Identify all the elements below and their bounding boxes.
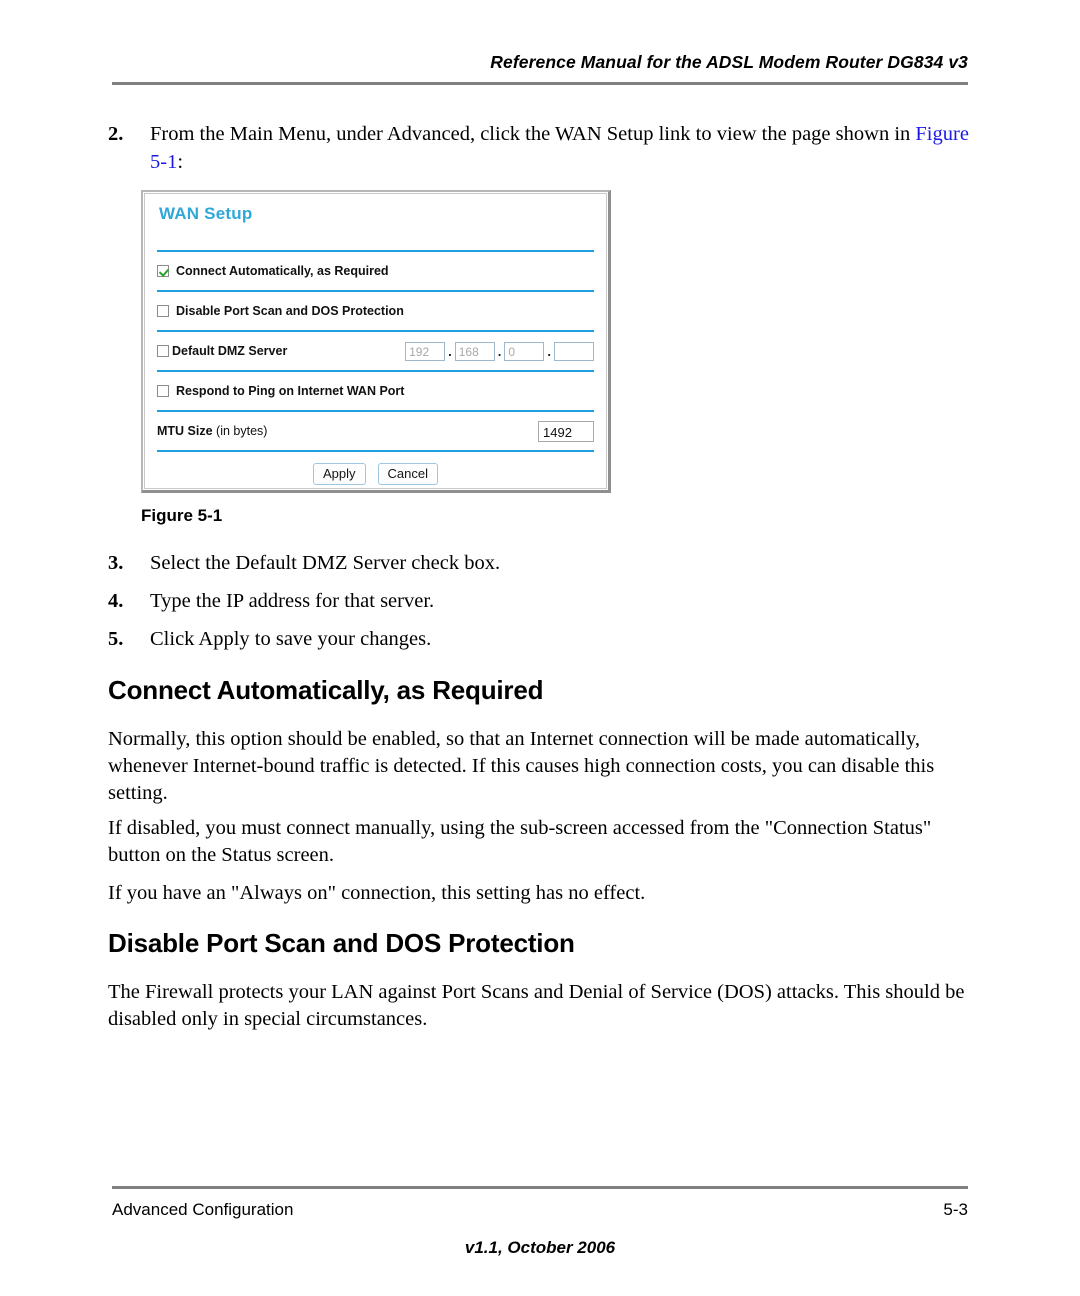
step-item-2: 2. From the Main Menu, under Advanced, c… [108, 120, 980, 176]
step-text: Type the IP address for that server. [150, 590, 435, 612]
section-paragraph: Normally, this option should be enabled,… [108, 728, 935, 804]
footer-page-number: 5-3 [943, 1200, 968, 1219]
wan-setup-panel-inner: WAN Setup Connect Automatically, as Requ… [144, 193, 607, 489]
step-text: Click Apply to save your changes. [150, 628, 432, 650]
step-text: Select the Default DMZ Server check box. [150, 552, 501, 574]
ip-separator-dot: . [497, 343, 502, 359]
step-number: 2. [108, 123, 124, 145]
step2-text-after: : [177, 151, 184, 173]
label-default-dmz-server: Default DMZ Server [172, 344, 288, 358]
step-item-5: 5. Click Apply to save your changes. [108, 625, 808, 653]
figure-caption: Figure 5-1 [141, 506, 223, 525]
figure-wan-setup: WAN Setup Connect Automatically, as Requ… [141, 190, 611, 493]
dmz-ip-octet-2[interactable]: 168 [454, 341, 495, 361]
footer-divider [112, 1186, 968, 1189]
label-disable-port-scan: Disable Port Scan and DOS Protection [176, 304, 404, 318]
dmz-ip-octet-3[interactable]: 0 [504, 341, 545, 361]
step-item-3: 3. Select the Default DMZ Server check b… [108, 549, 808, 577]
mtu-label-units: (in bytes) [216, 424, 268, 438]
header-divider [112, 82, 968, 85]
page-header: Reference Manual for the ADSL Modem Rout… [112, 52, 968, 85]
section-heading-disable-port-scan: Disable Port Scan and DOS Protection [108, 928, 575, 958]
step-number: 5. [108, 628, 124, 650]
row-disable-port-scan[interactable]: Disable Port Scan and DOS Protection [157, 292, 594, 330]
label-mtu-size: MTU Size (in bytes) [157, 424, 267, 438]
section-paragraph: If you have an "Always on" connection, t… [108, 882, 646, 904]
checkbox-connect-automatically[interactable] [157, 265, 169, 277]
running-title: Reference Manual for the ADSL Modem Rout… [490, 52, 968, 72]
section-heading-connect-automatically: Connect Automatically, as Required [108, 675, 544, 705]
cancel-button[interactable]: Cancel [377, 463, 438, 485]
checkbox-respond-to-ping[interactable] [157, 385, 169, 397]
dmz-ip-octet-4[interactable] [554, 341, 594, 361]
document-page: Reference Manual for the ADSL Modem Rout… [0, 0, 1080, 1296]
apply-button[interactable]: Apply [313, 463, 366, 485]
footer-chapter-label: Advanced Configuration [112, 1200, 294, 1219]
section-paragraph: If disabled, you must connect manually, … [108, 817, 932, 866]
label-respond-to-ping: Respond to Ping on Internet WAN Port [176, 384, 405, 398]
label-connect-automatically: Connect Automatically, as Required [176, 264, 389, 278]
footer-version-label: v1.1, October 2006 [464, 1238, 616, 1257]
row-mtu-size[interactable]: MTU Size (in bytes) 1492 [157, 412, 594, 450]
dmz-ip-octet-1[interactable]: 192 [405, 341, 446, 361]
step-text: From the Main Menu, under Advanced, clic… [150, 120, 980, 176]
dmz-ip-address-group[interactable]: 192 . 168 . 0 . [405, 341, 594, 361]
mtu-size-input[interactable]: 1492 [538, 420, 594, 442]
step-number: 3. [108, 552, 124, 574]
section-paragraph: The Firewall protects your LAN against P… [108, 981, 965, 1030]
page-footer: Advanced Configuration 5-3 [112, 1200, 968, 1220]
step2-text-before: From the Main Menu, under Advanced, clic… [150, 123, 916, 145]
wan-setup-title: WAN Setup [159, 204, 253, 223]
step-number: 4. [108, 590, 124, 612]
checkbox-disable-port-scan[interactable] [157, 305, 169, 317]
wan-setup-panel: WAN Setup Connect Automatically, as Requ… [141, 190, 611, 493]
row-default-dmz-server[interactable]: Default DMZ Server 192 . 168 . 0 . [157, 332, 594, 370]
ip-separator-dot: . [448, 343, 452, 359]
step-item-4: 4. Type the IP address for that server. [108, 587, 808, 615]
panel-button-row: Apply Cancel [157, 452, 594, 485]
row-respond-to-ping[interactable]: Respond to Ping on Internet WAN Port [157, 372, 594, 410]
mtu-label-main: MTU Size [157, 424, 213, 438]
row-connect-automatically[interactable]: Connect Automatically, as Required [157, 252, 594, 290]
checkbox-default-dmz-server[interactable] [157, 345, 169, 357]
ip-separator-dot: . [547, 343, 551, 359]
